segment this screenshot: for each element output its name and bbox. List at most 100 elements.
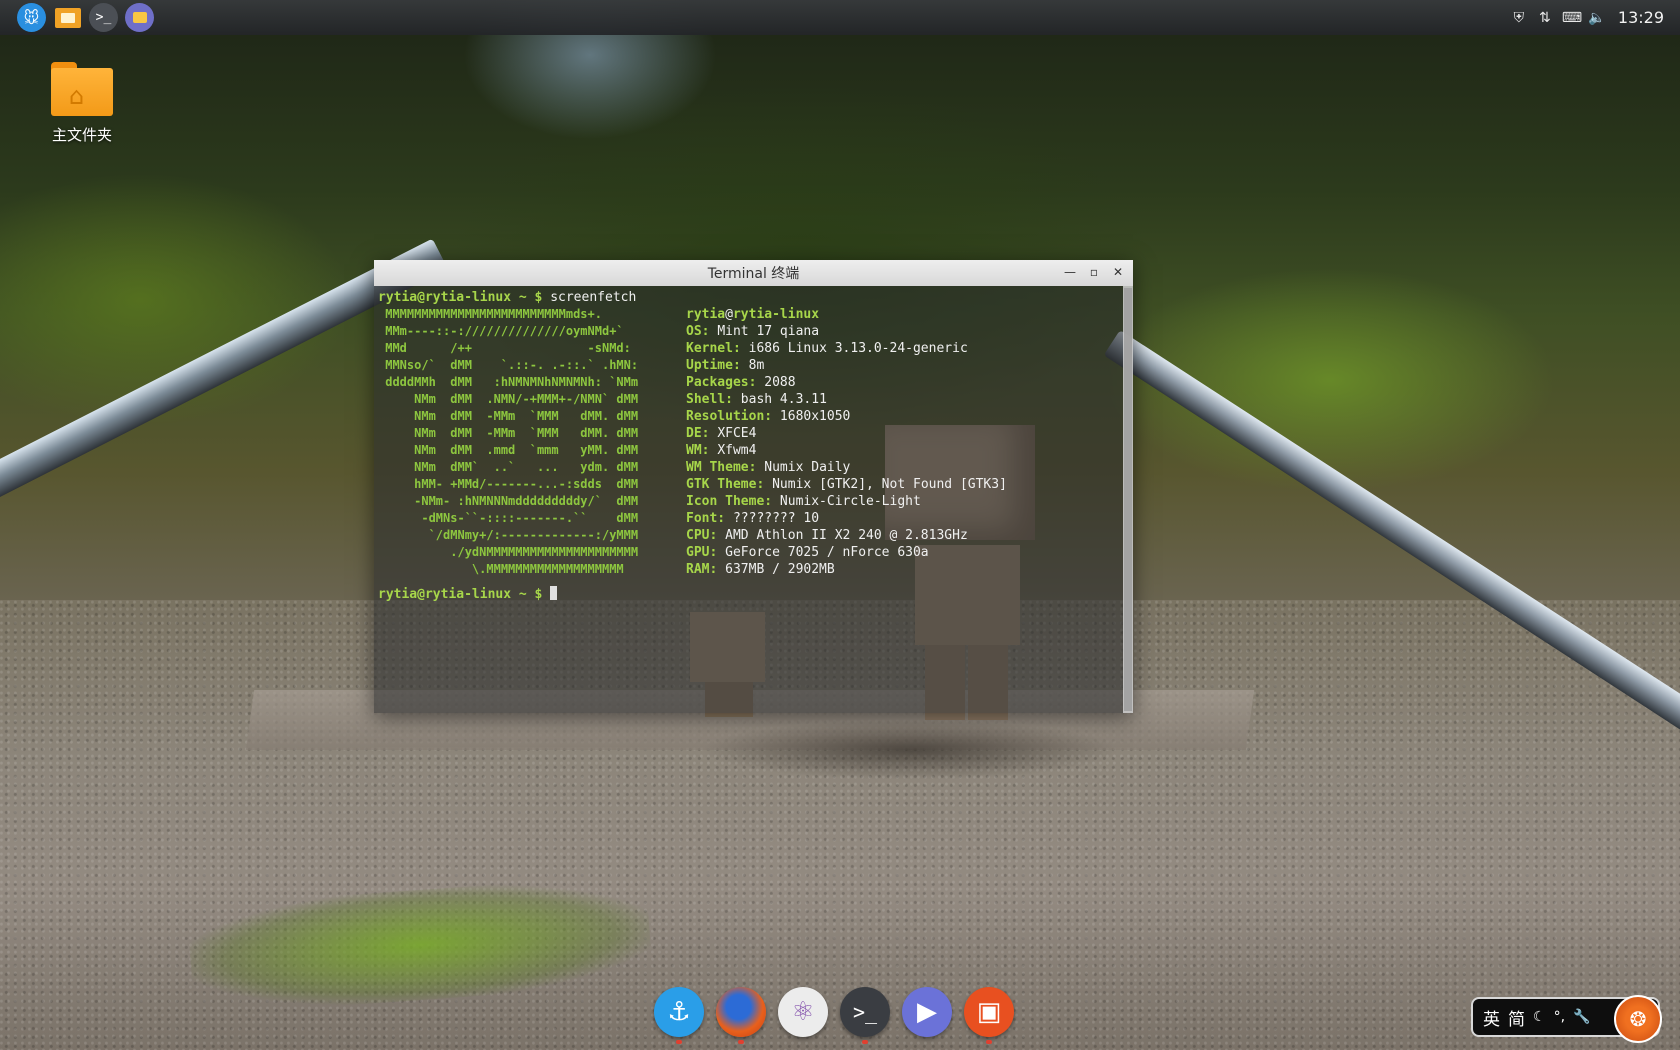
mint-ascii-logo: MMMMMMMMMMMMMMMMMMMMMMMMMmds+. MMm----::… <box>378 306 686 578</box>
info-key: GPU: <box>686 545 718 560</box>
home-folder-launcher[interactable] <box>125 3 154 32</box>
info-row: OS: Mint 17 qiana <box>686 323 1007 340</box>
prompt-line: rytia@rytia-linux ~ $ <box>378 586 1119 603</box>
clock[interactable]: 13:29 <box>1618 8 1664 27</box>
folder-icon <box>132 12 147 23</box>
info-row: WM Theme: Numix Daily <box>686 459 1007 476</box>
command-text: screenfetch <box>550 290 637 305</box>
sogou-logo-icon[interactable]: ❂ <box>1614 995 1662 1043</box>
logo-line: hMM- +MMd/-------...-:sdds dMM <box>378 477 639 491</box>
minimize-button[interactable]: — <box>1061 263 1079 281</box>
input-method-bar[interactable]: 英 简 ☾ °, 🔧 ❂ <box>1471 995 1662 1043</box>
dock-item-terminal[interactable]: >_ <box>840 987 890 1044</box>
atom-icon: ⚛ <box>791 997 815 1027</box>
logo-line: ./ydNMMMMMMMMMMMMMMMMMMMMM <box>378 545 639 559</box>
info-row: Shell: bash 4.3.11 <box>686 391 1007 408</box>
logo-line: -NMm- :hNMNNNmdddddddddy/` dMM <box>378 494 639 508</box>
running-indicator <box>986 1040 992 1044</box>
info-key: Uptime: <box>686 358 741 373</box>
prompt: rytia@rytia-linux ~ $ <box>378 290 543 305</box>
dock-item-media-player[interactable]: ▶ <box>902 987 952 1037</box>
info-key: Resolution: <box>686 409 773 424</box>
terminal-launcher[interactable]: >_ <box>89 3 118 32</box>
info-value: 8m <box>748 358 765 373</box>
info-row: CPU: AMD Athlon II X2 240 @ 2.813GHz <box>686 527 1007 544</box>
dock-item-atom[interactable]: ⚛ <box>778 987 828 1037</box>
maximize-button[interactable]: ▫ <box>1085 263 1103 281</box>
store-icon: ▣ <box>976 997 1002 1027</box>
info-row: DE: XFCE4 <box>686 425 1007 442</box>
info-key: OS: <box>686 324 710 339</box>
info-value: XFCE4 <box>717 426 757 441</box>
logo-line: NMm dMM .mmd `mmm yMM. dMM <box>378 443 639 457</box>
info-value: GeForce 7025 / nForce 630a <box>725 545 929 560</box>
info-value: AMD Athlon II X2 240 @ 2.813GHz <box>725 528 968 543</box>
terminal-window[interactable]: Terminal 终端 — ▫ ✕ rytia@rytia-linux ~ $ … <box>374 260 1133 713</box>
info-value: 1680x1050 <box>779 409 851 424</box>
terminal-scrollbar[interactable] <box>1123 286 1133 713</box>
terminal-output[interactable]: rytia@rytia-linux ~ $ screenfetch MMMMMM… <box>374 286 1123 713</box>
logo-line: \.MMMMMMMMMMMMMMMMMMM <box>378 562 624 576</box>
folder-icon <box>54 7 81 28</box>
network-arrows-icon[interactable]: ⇅ <box>1536 10 1554 26</box>
shield-icon[interactable]: ⛨ <box>1510 10 1528 26</box>
info-value: Xfwm4 <box>717 443 757 458</box>
wrench-icon[interactable]: 🔧 <box>1573 1009 1590 1025</box>
logo-line: MMMMMMMMMMMMMMMMMMMMMMMMMmds+. <box>378 307 602 321</box>
terminal-icon: >_ <box>852 1000 878 1024</box>
logo-line: MMd /++ -sNMd: <box>378 341 631 355</box>
info-row: Kernel: i686 Linux 3.13.0-24-generic <box>686 340 1007 357</box>
logo-line: NMm dMM` ..` ... ydm. dMM <box>378 460 639 474</box>
text-cursor <box>550 586 558 600</box>
info-key: RAM: <box>686 562 718 577</box>
info-row: Packages: 2088 <box>686 374 1007 391</box>
window-titlebar[interactable]: Terminal 终端 — ▫ ✕ <box>374 260 1133 286</box>
info-value: 637MB / 2902MB <box>725 562 835 577</box>
info-value: i686 Linux 3.13.0-24-generic <box>748 341 968 356</box>
moon-icon[interactable]: ☾ <box>1533 1009 1546 1025</box>
file-manager-launcher[interactable] <box>53 3 82 32</box>
screenfetch-output: MMMMMMMMMMMMMMMMMMMMMMMMMmds+. MMm----::… <box>378 306 1119 578</box>
info-value: Mint 17 qiana <box>717 324 820 339</box>
info-key: Icon Theme: <box>686 494 773 509</box>
im-language-toggle[interactable]: 英 <box>1483 1005 1500 1030</box>
keyboard-icon[interactable]: ⌨ <box>1562 10 1582 26</box>
desktop-icon-label: 主文件夹 <box>51 126 112 144</box>
logo-line: NMm dMM -MMm `MMM dMM. dMM <box>378 409 639 423</box>
info-key: CPU: <box>686 528 718 543</box>
logo-line: `/dMNmy+/:-------------:/yMMM <box>378 528 639 542</box>
close-button[interactable]: ✕ <box>1109 263 1127 281</box>
volume-icon[interactable]: 🔈 <box>1588 10 1606 26</box>
terminal-icon: >_ <box>95 10 112 25</box>
desktop-icon-home[interactable]: ⌂ 主文件夹 <box>40 62 124 145</box>
whisker-menu-button[interactable]: 🐭 <box>17 3 46 32</box>
info-row: WM: Xfwm4 <box>686 442 1007 459</box>
info-row: RAM: 637MB / 2902MB <box>686 561 1007 578</box>
info-key: GTK Theme: <box>686 477 765 492</box>
info-row: Icon Theme: Numix-Circle-Light <box>686 493 1007 510</box>
running-indicator <box>738 1040 744 1044</box>
command-line: rytia@rytia-linux ~ $ screenfetch <box>378 289 1119 306</box>
info-key: Packages: <box>686 375 757 390</box>
logo-line: NMm dMM .NMN/-+MMM+-/NMN` dMM <box>378 392 639 406</box>
running-indicator <box>676 1040 682 1044</box>
info-row: Uptime: 8m <box>686 357 1007 374</box>
info-user-host: rytia@rytia-linux <box>686 307 820 322</box>
dock-item-anchor[interactable]: ⚓ <box>654 987 704 1044</box>
dock-item-store[interactable]: ▣ <box>964 987 1014 1044</box>
logo-line: MMm----::-://////////////oymNMd+` <box>378 324 624 338</box>
wallpaper-shadow <box>700 720 1120 780</box>
system-info: rytia@rytia-linux OS: Mint 17 qiana Kerne… <box>686 306 1007 578</box>
running-indicator <box>862 1040 868 1044</box>
play-icon: ▶ <box>917 997 937 1027</box>
dock-item-firefox[interactable] <box>716 987 766 1044</box>
info-key: WM: <box>686 443 710 458</box>
im-script-toggle[interactable]: 简 <box>1508 1005 1525 1030</box>
info-value: Numix-Circle-Light <box>779 494 921 509</box>
info-value: ???????? 10 <box>732 511 820 526</box>
window-title: Terminal 终端 <box>707 266 800 282</box>
info-key: Shell: <box>686 392 733 407</box>
logo-line: NMm dMM -MMm `MMM dMM. dMM <box>378 426 639 440</box>
punctuation-icon[interactable]: °, <box>1554 1009 1565 1025</box>
info-value: Numix [GTK2], Not Found [GTK3] <box>772 477 1007 492</box>
